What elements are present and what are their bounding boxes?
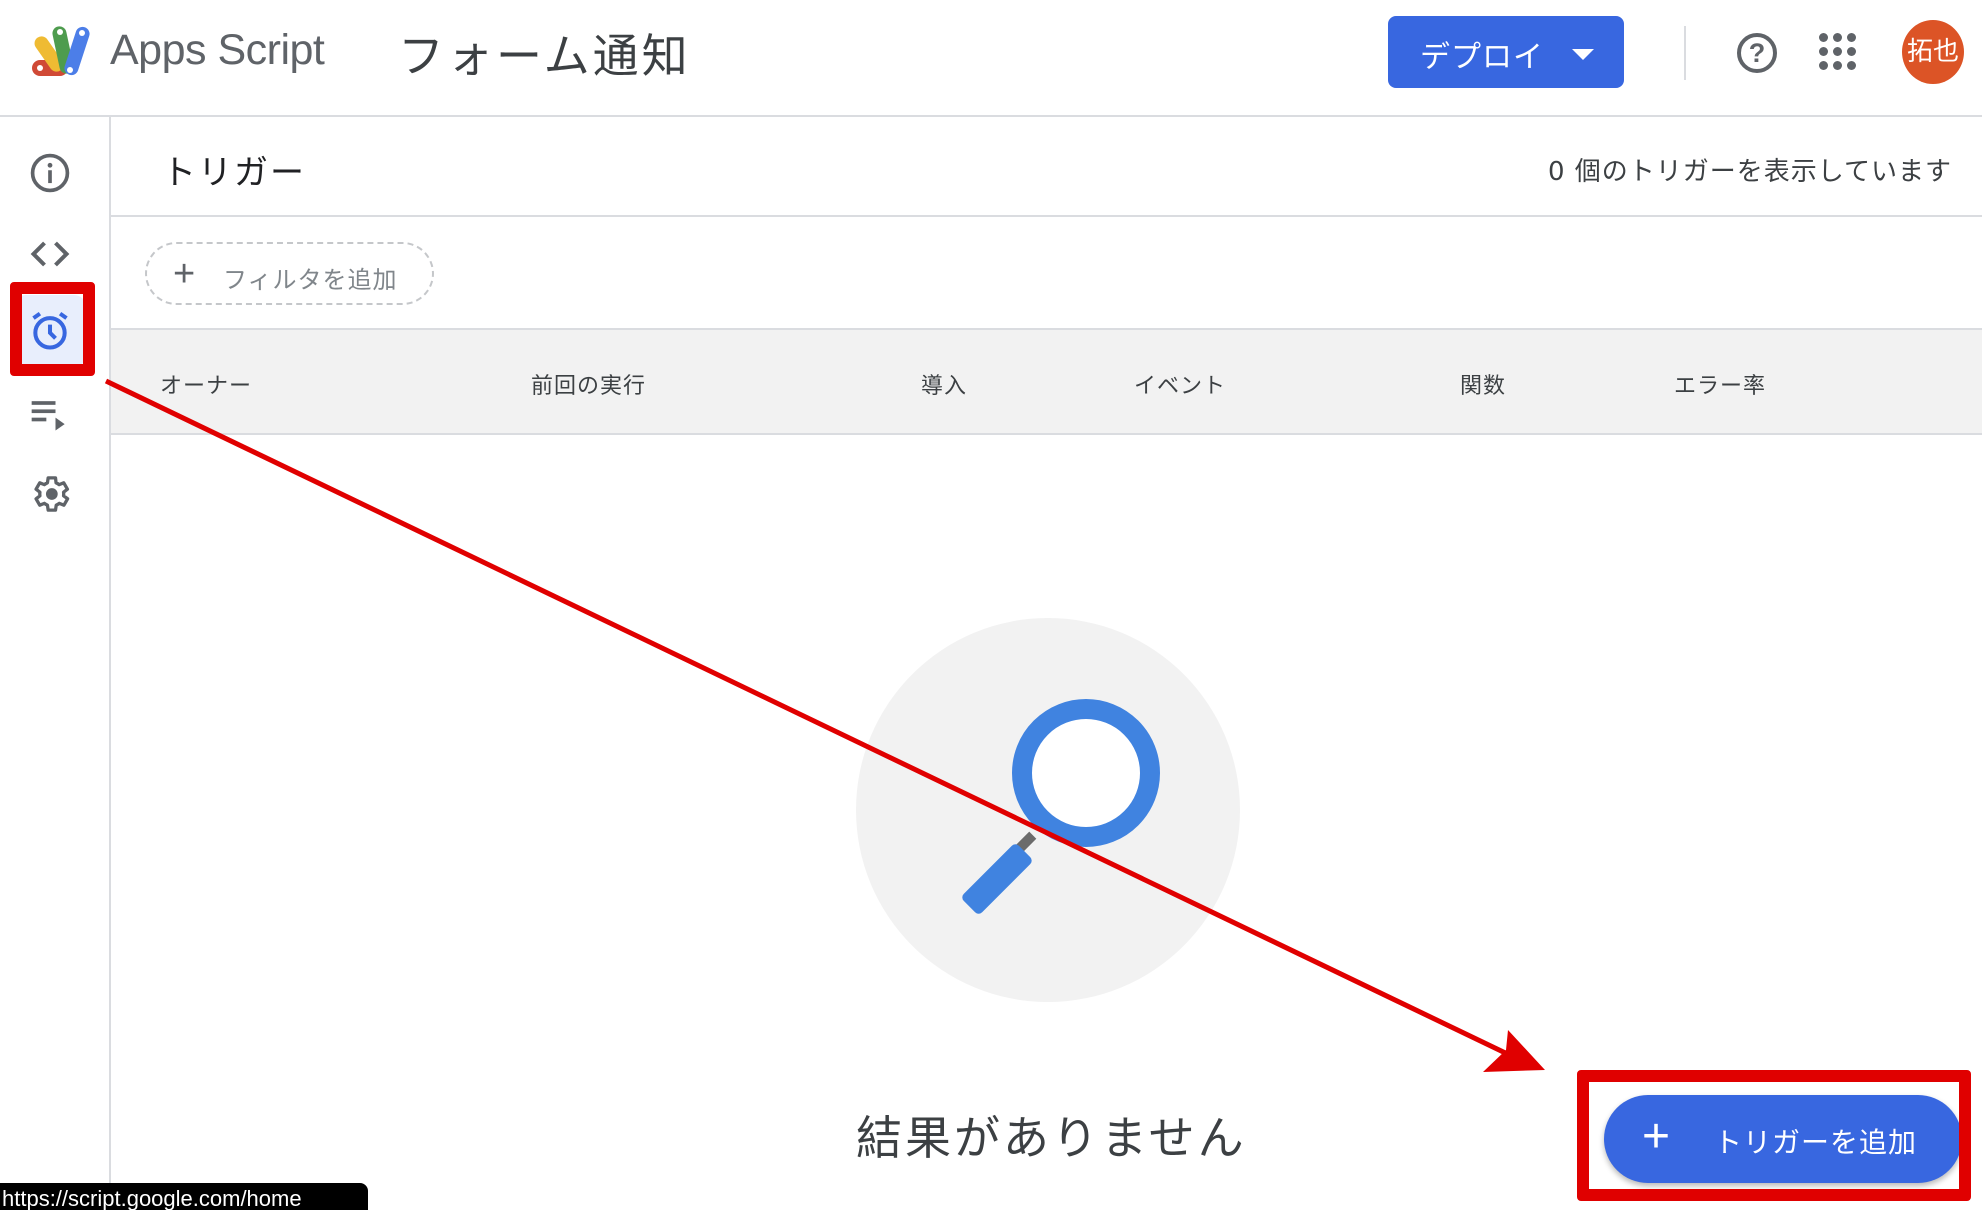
- sidebar-item-triggers[interactable]: [14, 295, 86, 367]
- deploy-button[interactable]: デプロイ: [1388, 16, 1624, 88]
- add-filter-button[interactable]: + フィルタを追加: [145, 242, 434, 305]
- help-icon[interactable]: ?: [1737, 33, 1777, 73]
- apps-script-logo-icon: [32, 26, 90, 76]
- avatar[interactable]: 拓也: [1902, 20, 1964, 84]
- empty-state-illustration: [856, 618, 1240, 1002]
- page-title: トリガー: [162, 153, 306, 193]
- sidebar-item-editor[interactable]: [14, 218, 86, 290]
- table-header: オーナー 前回の実行 導入 イベント 関数 エラー率: [111, 328, 1982, 435]
- column-event[interactable]: イベント: [1134, 368, 1226, 400]
- sidebar-item-executions[interactable]: [14, 378, 86, 450]
- plus-icon: +: [173, 253, 196, 295]
- info-icon: [30, 153, 70, 193]
- apps-grid-icon[interactable]: [1819, 33, 1857, 71]
- caret-down-icon: [1572, 49, 1594, 60]
- plus-icon: +: [1642, 1110, 1671, 1163]
- deploy-label: デプロイ: [1420, 41, 1544, 74]
- trigger-count: 0 個のトリガーを表示しています: [1547, 157, 1952, 187]
- header-divider: [1684, 26, 1686, 80]
- add-trigger-label: トリガーを追加: [1714, 1127, 1918, 1158]
- divider: [111, 215, 1982, 217]
- magnifier-icon: [962, 699, 1160, 914]
- column-owner[interactable]: オーナー: [160, 368, 252, 400]
- apps-script-app: Apps Script フォーム通知 デプロイ ? 拓也 トリガー 0 個のトリ…: [0, 0, 1982, 1210]
- column-function[interactable]: 関数: [1460, 368, 1506, 400]
- brand-name: Apps Script: [110, 26, 325, 74]
- code-icon: [30, 241, 70, 267]
- sidebar-item-settings[interactable]: [14, 458, 86, 530]
- sidebar: [0, 117, 111, 1210]
- gear-icon: [34, 476, 70, 512]
- triggers-panel: トリガー 0 個のトリガーを表示しています + フィルタを追加 オーナー 前回の…: [111, 117, 1982, 1210]
- column-deployment[interactable]: 導入: [921, 368, 967, 400]
- add-trigger-button[interactable]: + トリガーを追加: [1604, 1095, 1962, 1183]
- link-status-tooltip: https://script.google.com/home: [0, 1183, 368, 1210]
- add-filter-label: フィルタを追加: [223, 266, 398, 294]
- empty-state-message: 結果がありません: [856, 1111, 1247, 1165]
- top-bar: Apps Script フォーム通知 デプロイ ? 拓也: [0, 0, 1982, 117]
- alarm-clock-icon: [32, 311, 68, 350]
- project-title[interactable]: フォーム通知: [398, 20, 691, 86]
- playlist-play-icon: [31, 401, 65, 431]
- column-last-run[interactable]: 前回の実行: [531, 368, 646, 400]
- column-error-rate[interactable]: エラー率: [1674, 368, 1766, 400]
- sidebar-item-overview[interactable]: [14, 137, 86, 209]
